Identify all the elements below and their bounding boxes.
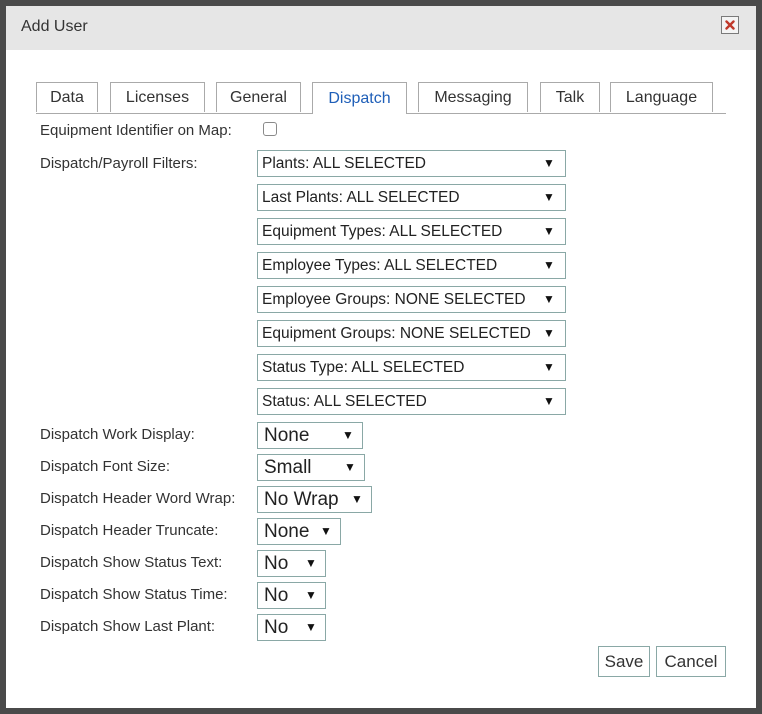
select-value: None bbox=[264, 425, 310, 446]
show-last-plant-select[interactable]: No ▼ bbox=[257, 614, 326, 641]
tab-bar: Data Licenses General Dispatch Messaging… bbox=[36, 82, 726, 114]
dropdown-arrow-icon: ▼ bbox=[342, 428, 354, 442]
dialog-titlebar: Add User bbox=[6, 6, 756, 50]
dropdown-arrow-icon: ▼ bbox=[543, 156, 555, 170]
dropdown-arrow-icon: ▼ bbox=[543, 292, 555, 306]
tab-data[interactable]: Data bbox=[36, 82, 98, 112]
filter-value: Last Plants: ALL SELECTED bbox=[262, 189, 460, 206]
select-value: None bbox=[264, 521, 310, 542]
dropdown-arrow-icon: ▼ bbox=[351, 492, 363, 506]
dropdown-arrow-icon: ▼ bbox=[305, 620, 317, 634]
filter-value: Status Type: ALL SELECTED bbox=[262, 359, 465, 376]
font-size-select[interactable]: Small ▼ bbox=[257, 454, 365, 481]
tab-language[interactable]: Language bbox=[610, 82, 713, 112]
select-value: Small bbox=[264, 457, 312, 478]
filter-status-select[interactable]: Status: ALL SELECTED ▼ bbox=[257, 388, 566, 415]
tab-talk[interactable]: Talk bbox=[540, 82, 600, 112]
close-button[interactable] bbox=[721, 16, 739, 34]
select-value: No bbox=[264, 585, 289, 606]
dropdown-arrow-icon: ▼ bbox=[543, 394, 555, 408]
equipment-identifier-label: Equipment Identifier on Map: bbox=[40, 122, 232, 139]
dialog-title: Add User bbox=[21, 18, 88, 35]
header-word-wrap-select[interactable]: No Wrap ▼ bbox=[257, 486, 372, 513]
filter-employee-groups-select[interactable]: Employee Groups: NONE SELECTED ▼ bbox=[257, 286, 566, 313]
cancel-button[interactable]: Cancel bbox=[656, 646, 726, 677]
add-user-dialog: Add User Data Licenses General Dispatch … bbox=[0, 0, 762, 714]
filters-label: Dispatch/Payroll Filters: bbox=[40, 155, 198, 172]
show-status-text-label: Dispatch Show Status Text: bbox=[40, 554, 223, 571]
filter-value: Status: ALL SELECTED bbox=[262, 393, 427, 410]
header-truncate-label: Dispatch Header Truncate: bbox=[40, 522, 219, 539]
filter-value: Plants: ALL SELECTED bbox=[262, 155, 426, 172]
filter-last-plants-select[interactable]: Last Plants: ALL SELECTED ▼ bbox=[257, 184, 566, 211]
dropdown-arrow-icon: ▼ bbox=[543, 258, 555, 272]
dropdown-arrow-icon: ▼ bbox=[320, 524, 332, 538]
equipment-identifier-checkbox[interactable] bbox=[263, 122, 277, 136]
show-status-text-select[interactable]: No ▼ bbox=[257, 550, 326, 577]
work-display-select[interactable]: None ▼ bbox=[257, 422, 363, 449]
font-size-label: Dispatch Font Size: bbox=[40, 458, 171, 475]
work-display-label: Dispatch Work Display: bbox=[40, 426, 195, 443]
filter-value: Employee Types: ALL SELECTED bbox=[262, 257, 498, 274]
select-value: No Wrap bbox=[264, 489, 339, 510]
filter-value: Employee Groups: NONE SELECTED bbox=[262, 291, 526, 308]
filter-employee-types-select[interactable]: Employee Types: ALL SELECTED ▼ bbox=[257, 252, 566, 279]
save-button[interactable]: Save bbox=[598, 646, 650, 677]
dropdown-arrow-icon: ▼ bbox=[543, 326, 555, 340]
close-x-icon bbox=[725, 20, 735, 30]
show-last-plant-label: Dispatch Show Last Plant: bbox=[40, 618, 216, 635]
filter-value: Equipment Types: ALL SELECTED bbox=[262, 223, 503, 240]
tab-general[interactable]: General bbox=[216, 82, 301, 112]
dropdown-arrow-icon: ▼ bbox=[305, 588, 317, 602]
filter-status-type-select[interactable]: Status Type: ALL SELECTED ▼ bbox=[257, 354, 566, 381]
dropdown-arrow-icon: ▼ bbox=[543, 190, 555, 204]
show-status-time-select[interactable]: No ▼ bbox=[257, 582, 326, 609]
show-status-time-label: Dispatch Show Status Time: bbox=[40, 586, 228, 603]
dropdown-arrow-icon: ▼ bbox=[543, 224, 555, 238]
filter-equipment-types-select[interactable]: Equipment Types: ALL SELECTED ▼ bbox=[257, 218, 566, 245]
header-word-wrap-label: Dispatch Header Word Wrap: bbox=[40, 490, 236, 507]
tab-licenses[interactable]: Licenses bbox=[110, 82, 205, 112]
select-value: No bbox=[264, 617, 289, 638]
dropdown-arrow-icon: ▼ bbox=[344, 460, 356, 474]
dropdown-arrow-icon: ▼ bbox=[305, 556, 317, 570]
filter-equipment-groups-select[interactable]: Equipment Groups: NONE SELECTED ▼ bbox=[257, 320, 566, 347]
tab-messaging[interactable]: Messaging bbox=[418, 82, 528, 112]
filter-value: Equipment Groups: NONE SELECTED bbox=[262, 325, 531, 342]
header-truncate-select[interactable]: None ▼ bbox=[257, 518, 341, 545]
filter-plants-select[interactable]: Plants: ALL SELECTED ▼ bbox=[257, 150, 566, 177]
tab-dispatch[interactable]: Dispatch bbox=[312, 82, 407, 114]
dropdown-arrow-icon: ▼ bbox=[543, 360, 555, 374]
select-value: No bbox=[264, 553, 289, 574]
